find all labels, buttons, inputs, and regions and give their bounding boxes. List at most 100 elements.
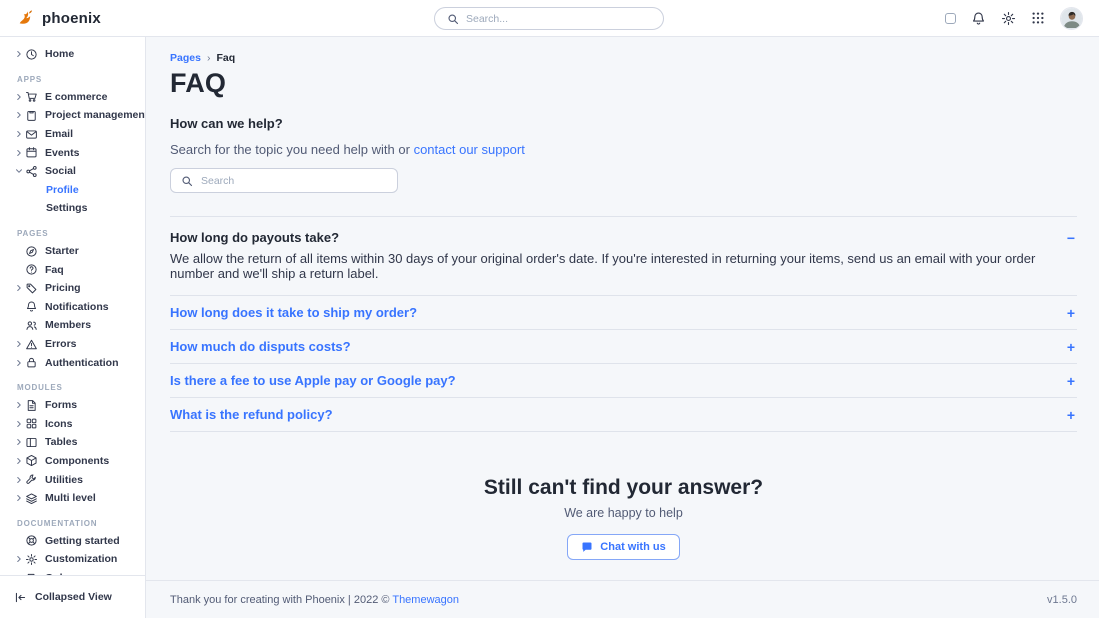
chat-bubble-icon <box>581 541 593 553</box>
breadcrumb-current: Faq <box>216 52 235 64</box>
sidebar-item-label: Authentication <box>45 357 119 369</box>
sidebar-item-members[interactable]: Members <box>0 316 145 335</box>
top-navbar: phoenix <box>0 0 1099 37</box>
themewagon-link[interactable]: Themewagon <box>392 594 459 606</box>
envelope-icon <box>25 128 38 141</box>
theme-toggle[interactable] <box>945 13 956 24</box>
sidebar-item-e-commerce[interactable]: E commerce <box>0 88 145 107</box>
faq-search[interactable] <box>170 168 398 193</box>
expand-plus-icon[interactable]: + <box>1065 374 1077 388</box>
expand-plus-icon[interactable]: + <box>1065 306 1077 320</box>
chat-with-us-button[interactable]: Chat with us <box>567 534 679 560</box>
sidebar-item-profile[interactable]: Profile <box>0 181 145 200</box>
page-footer: Thank you for creating with Phoenix | 20… <box>146 580 1099 618</box>
brand-logo[interactable]: phoenix <box>16 8 101 28</box>
sidebar-item-label: Faq <box>45 264 64 276</box>
search-icon <box>447 13 459 25</box>
users-icon <box>25 319 38 332</box>
collapse-view-button[interactable]: Collapsed View <box>0 575 145 618</box>
cart-icon <box>25 90 38 103</box>
faq-question-row[interactable]: How long do payouts take? − <box>170 217 1077 245</box>
layers-icon <box>25 492 38 505</box>
breadcrumb-pages-link[interactable]: Pages <box>170 52 201 64</box>
faq-accordion: How long do payouts take? − We allow the r… <box>170 216 1077 432</box>
sidebar-item-label: Events <box>45 147 79 159</box>
faq-question: How much do disputs costs? <box>170 339 351 354</box>
faq-question-row[interactable]: Is there a fee to use Apple pay or Googl… <box>170 364 1077 397</box>
gear-icon <box>25 553 38 566</box>
sidebar-item-label: Notifications <box>45 301 109 313</box>
sidebar-item-customization[interactable]: Customization <box>0 550 145 569</box>
app-window: phoenix <box>0 0 1099 618</box>
sidebar-item-icons[interactable]: Icons <box>0 415 145 434</box>
sidebar-item-label: Tables <box>45 436 77 448</box>
collapse-minus-icon[interactable]: − <box>1065 231 1077 245</box>
faq-item: How long does it take to ship my order?+ <box>170 296 1077 330</box>
sidebar-item-tables[interactable]: Tables <box>0 433 145 452</box>
cta-subtitle: We are happy to help <box>170 506 1077 520</box>
faq-question-row[interactable]: What is the refund policy?+ <box>170 398 1077 431</box>
sidebar-item-events[interactable]: Events <box>0 143 145 162</box>
sidebar-item-social[interactable]: Social <box>0 162 145 181</box>
chevron-right-icon <box>15 494 25 502</box>
expand-plus-icon[interactable]: + <box>1065 340 1077 354</box>
chevron-right-icon <box>15 420 25 428</box>
sidebar-item-pricing[interactable]: Pricing <box>0 279 145 298</box>
sidebar-item-project-management[interactable]: Project management <box>0 106 145 125</box>
gear-icon[interactable] <box>1001 11 1016 26</box>
sidebar-section-label-apps: APPS <box>0 72 145 88</box>
sidebar-item-notifications[interactable]: Notifications <box>0 298 145 317</box>
sidebar-item-label: Settings <box>46 202 87 214</box>
faq-search-input[interactable] <box>201 175 387 187</box>
chevron-right-icon <box>15 284 25 292</box>
sidebar-item-label: Components <box>45 455 109 467</box>
faq-question-row[interactable]: How much do disputs costs? + <box>170 330 1077 363</box>
sidebar-item-settings[interactable]: Settings <box>0 199 145 218</box>
sidebar-item-label: Errors <box>45 338 77 350</box>
sidebar-item-faq[interactable]: Faq <box>0 260 145 279</box>
chevron-right-icon <box>15 438 25 446</box>
expand-plus-icon[interactable]: + <box>1065 408 1077 422</box>
contact-support-link[interactable]: contact our support <box>414 142 525 157</box>
sidebar-item-starter[interactable]: Starter <box>0 242 145 261</box>
sidebar-item-utilities[interactable]: Utilities <box>0 470 145 489</box>
compass-icon <box>25 245 38 258</box>
cta-section: Still can't find your answer? We are hap… <box>170 476 1077 560</box>
table-icon <box>25 436 38 449</box>
chevron-right-icon <box>15 130 25 138</box>
sidebar-item-email[interactable]: Email <box>0 125 145 144</box>
bell-icon[interactable] <box>971 11 986 26</box>
chevron-right-icon <box>15 111 25 119</box>
user-avatar[interactable] <box>1060 7 1083 30</box>
phoenix-flame-icon <box>16 8 36 28</box>
sidebar-item-authentication[interactable]: Authentication <box>0 353 145 372</box>
sidebar-item-forms[interactable]: Forms <box>0 396 145 415</box>
collapse-label: Collapsed View <box>35 591 112 603</box>
chevron-right-icon <box>15 149 25 157</box>
sidebar-item-home[interactable]: Home <box>0 45 145 64</box>
sidebar-item-multi-level[interactable]: Multi level <box>0 489 145 508</box>
sidebar-item-getting-started[interactable]: Getting started <box>0 531 145 550</box>
faq-question-row[interactable]: How long does it take to ship my order?+ <box>170 296 1077 329</box>
search-icon <box>181 175 193 187</box>
footer-credit: Thank you for creating with Phoenix | 20… <box>170 594 459 606</box>
faq-item: How much do disputs costs? + <box>170 330 1077 364</box>
sidebar-nav: Home APPSE commerce Project management Emai… <box>0 37 145 575</box>
global-search-input[interactable] <box>466 13 651 25</box>
chevron-right-icon <box>15 457 25 465</box>
sidebar-item-errors[interactable]: Errors <box>0 335 145 354</box>
sidebar-item-label: Social <box>45 165 76 177</box>
sidebar-item-label: Project management <box>45 109 145 121</box>
apps-grid-icon[interactable] <box>1031 11 1045 25</box>
sidebar-item-label: Home <box>45 48 74 60</box>
chevron-right-icon <box>15 476 25 484</box>
faq-answer: We allow the return of all items within … <box>170 251 1077 281</box>
faq-item: What is the refund policy?+ <box>170 398 1077 432</box>
faq-question: How long do payouts take? <box>170 230 339 245</box>
global-search[interactable] <box>434 7 664 30</box>
sidebar-section-label-documentation: DOCUMENTATION <box>0 515 145 531</box>
cta-title: Still can't find your answer? <box>170 476 1077 500</box>
sidebar-item-components[interactable]: Components <box>0 452 145 471</box>
sidebar-section-label-pages: PAGES <box>0 226 145 242</box>
help-text: Search for the topic you need help with … <box>170 142 1077 157</box>
